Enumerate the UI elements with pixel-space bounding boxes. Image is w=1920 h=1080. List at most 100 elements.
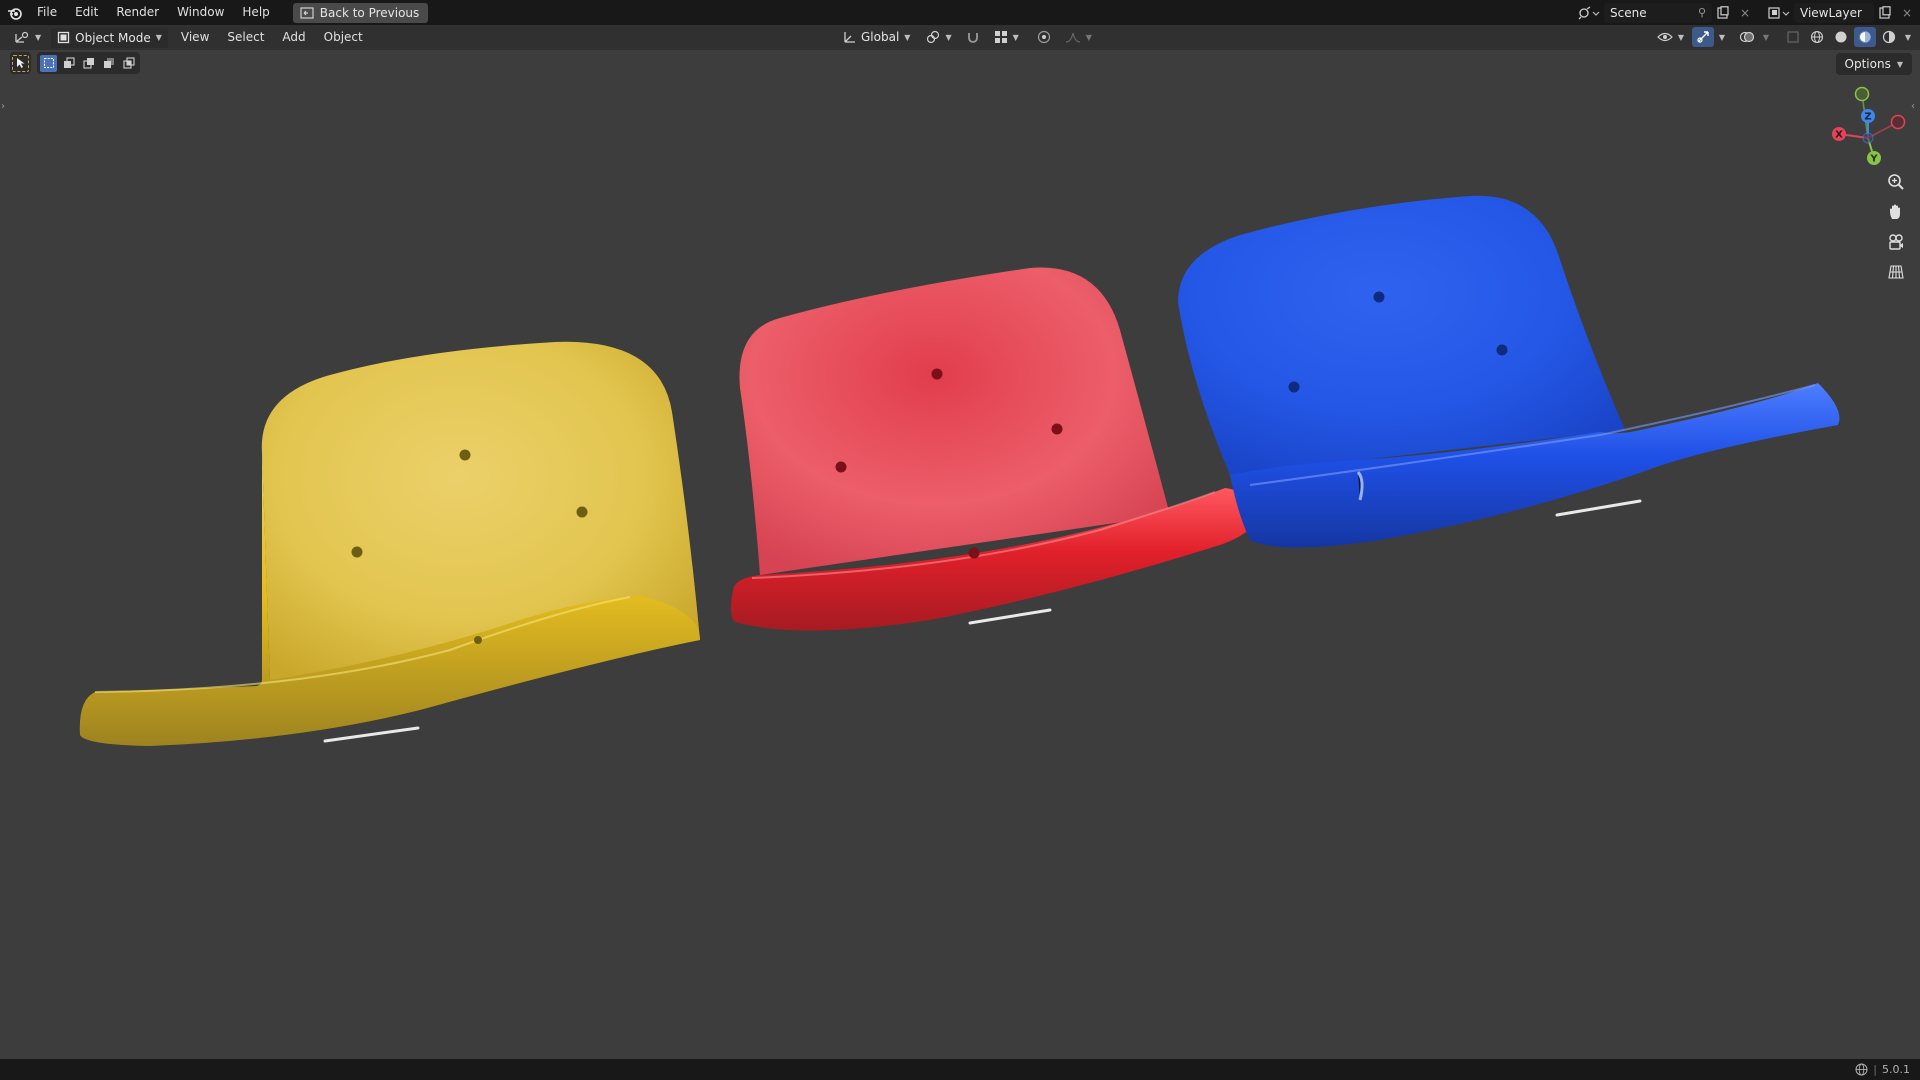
object-visibility-dropdown[interactable]: ▼ (1651, 27, 1690, 47)
editor-type-dropdown[interactable]: ▼ (8, 28, 47, 48)
perspective-grid-icon[interactable] (1883, 260, 1909, 284)
gizmo-neg-y-icon[interactable] (1854, 86, 1870, 102)
xray-toggle-icon[interactable] (1782, 27, 1804, 47)
delete-scene-icon[interactable]: × (1734, 3, 1756, 23)
chevron-down-icon: ▼ (1012, 32, 1019, 42)
red-seat[interactable] (730, 267, 1256, 631)
chevron-down-icon: ▼ (1677, 32, 1684, 42)
falloff-dropdown[interactable]: ▼ (1059, 27, 1098, 47)
view-layer-browse-icon[interactable] (1764, 3, 1794, 23)
camera-view-icon[interactable] (1883, 230, 1909, 254)
3d-viewport[interactable]: › ‹ (0, 50, 1920, 1059)
transform-orientation-dropdown[interactable]: Global ▼ (836, 27, 916, 47)
pivot-icon (927, 30, 940, 44)
left-sidebar-toggle-icon[interactable]: › (1, 101, 11, 115)
snap-toggle-icon[interactable] (962, 27, 984, 47)
snap-increment-icon (994, 31, 1007, 43)
back-to-previous-label: Back to Previous (319, 5, 420, 20)
version-info: | 5.0.1 (1855, 1059, 1910, 1080)
delete-view-layer-icon[interactable]: × (1896, 3, 1918, 23)
material-preview-shading-icon[interactable] (1854, 27, 1876, 47)
proportional-editing-icon[interactable] (1033, 27, 1055, 47)
chevron-down-icon: ▼ (945, 32, 952, 42)
transform-controls: Global ▼ ▼ ▼ ▼ (836, 27, 1098, 47)
back-to-previous-button[interactable]: Back to Previous (292, 2, 429, 23)
rendered-shading-icon[interactable] (1878, 27, 1900, 47)
zoom-icon[interactable] (1883, 170, 1909, 194)
select-tool-icon (12, 54, 29, 72)
blue-seat-back (1178, 195, 1625, 475)
chevron-down-icon: ▼ (1896, 59, 1903, 69)
fullscreen-back-icon (300, 6, 314, 19)
menu-window[interactable]: Window (168, 0, 233, 25)
menu-view[interactable]: View (172, 25, 218, 50)
wireframe-shading-icon[interactable] (1806, 27, 1828, 47)
menu-help[interactable]: Help (233, 0, 278, 25)
select-new-icon[interactable] (40, 54, 57, 72)
chevron-down-icon: ▼ (155, 33, 162, 42)
active-tool-button[interactable] (10, 52, 31, 74)
yellow-seat-hole (474, 636, 482, 644)
transform-orientation-label: Global (861, 30, 900, 44)
yellow-seat-hole (576, 506, 588, 518)
options-label: Options (1844, 57, 1891, 71)
status-bar: | 5.0.1 (0, 1059, 1920, 1080)
scene-browse-icon[interactable] (1574, 3, 1604, 23)
blue-seat[interactable] (1178, 195, 1840, 548)
selection-mode-group (37, 52, 140, 74)
globe-icon (1855, 1063, 1868, 1076)
chevron-down-icon: ▼ (1085, 32, 1092, 42)
overlays-options-chevron-icon[interactable]: ▼ (1760, 27, 1772, 47)
version-label: 5.0.1 (1882, 1063, 1910, 1076)
viewport-canvas (79, 195, 1840, 746)
pivot-point-dropdown[interactable]: ▼ (920, 27, 957, 47)
gizmo-neg-x-icon[interactable] (1890, 114, 1906, 130)
select-invert-icon[interactable] (100, 55, 117, 72)
yellow-seat[interactable] (79, 341, 700, 746)
viewport-header: ▼ Object Mode ▼ View Select Add Object G… (0, 25, 1920, 50)
red-seat-hole (835, 461, 847, 473)
view-layer-name: ViewLayer (1800, 5, 1862, 20)
orientation-global-icon (844, 32, 855, 43)
yellow-seat-hole (351, 546, 363, 558)
blender-logo-icon[interactable] (2, 0, 28, 25)
menu-object[interactable]: Object (315, 25, 372, 50)
view-layer-field[interactable]: ViewLayer (1794, 2, 1874, 23)
mode-dropdown[interactable]: Object Mode ▼ (51, 27, 168, 48)
new-view-layer-icon[interactable] (1874, 3, 1896, 23)
red-seat-hole (1051, 423, 1063, 435)
select-extend-icon[interactable] (60, 55, 77, 72)
mode-label: Object Mode (75, 30, 151, 45)
new-scene-icon[interactable] (1712, 3, 1734, 23)
gizmo-options-chevron-icon[interactable]: ▼ (1716, 27, 1728, 47)
3d-viewport-icon (15, 31, 29, 43)
snap-target-dropdown[interactable]: ▼ (988, 27, 1025, 47)
navigation-gizmo[interactable]: Z X Y (1820, 82, 1920, 172)
pan-hand-icon[interactable] (1883, 200, 1909, 224)
overlays-toggle-icon[interactable] (1736, 27, 1758, 47)
menu-edit[interactable]: Edit (66, 0, 107, 25)
yellow-seat-hole (459, 449, 471, 461)
menu-add[interactable]: Add (273, 25, 314, 50)
menu-file[interactable]: File (28, 0, 66, 25)
gizmo-neg-z-icon[interactable] (1862, 132, 1874, 144)
blue-seat-hole (1288, 381, 1300, 393)
menu-select[interactable]: Select (218, 25, 273, 50)
scene-name-field[interactable]: Scene ⚲ (1604, 2, 1712, 23)
eye-icon (1656, 32, 1673, 42)
navigation-tools (1883, 170, 1913, 284)
chevron-down-icon: ▼ (35, 33, 42, 42)
pin-icon[interactable]: ⚲ (1698, 6, 1706, 19)
options-dropdown[interactable]: Options ▼ (1835, 53, 1912, 75)
blue-seat-hole (1373, 291, 1385, 303)
solid-shading-icon[interactable] (1830, 27, 1852, 47)
shading-options-chevron-icon[interactable]: ▼ (1902, 27, 1914, 47)
gizmo-z-label: Z (1864, 112, 1871, 123)
gizmo-toggle-icon[interactable] (1692, 27, 1714, 47)
scene-name: Scene (1610, 5, 1647, 20)
select-subtract-icon[interactable] (80, 55, 97, 72)
blue-seat-hole (1496, 344, 1508, 356)
gizmo-x-label: X (1835, 130, 1843, 141)
menu-render[interactable]: Render (107, 0, 168, 25)
select-intersect-icon[interactable] (120, 55, 137, 72)
